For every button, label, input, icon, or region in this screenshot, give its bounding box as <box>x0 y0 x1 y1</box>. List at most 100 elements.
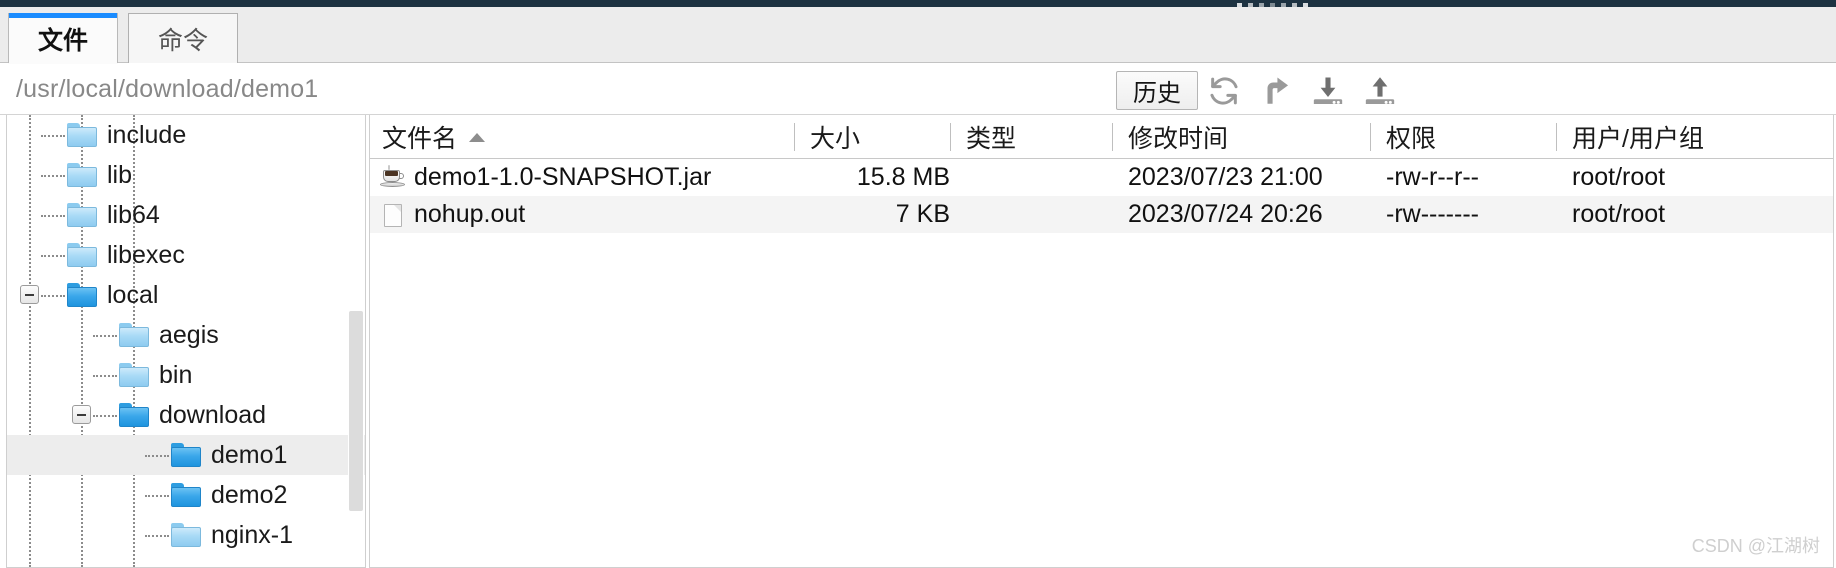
column-header-modified[interactable]: 修改时间 <box>1128 115 1228 159</box>
tree-item-label: libexec <box>107 241 185 269</box>
column-divider[interactable] <box>1370 123 1371 151</box>
file-cell-owner: root/root <box>1572 163 1666 191</box>
path-toolbar: /usr/local/download/demo1 历史 <box>0 63 1836 115</box>
column-divider[interactable] <box>794 123 795 151</box>
file-cell-type <box>966 159 1112 196</box>
tree-item-label: lib64 <box>107 201 160 229</box>
folder-icon <box>119 363 149 387</box>
tree-item-lib[interactable]: lib <box>7 155 365 195</box>
tree-item-label: demo2 <box>211 481 288 509</box>
file-cell-name: nohup.out <box>414 200 526 228</box>
upload-icon[interactable] <box>1361 72 1399 110</box>
tree-item-lib64[interactable]: lib64 <box>7 195 365 235</box>
path-input[interactable]: /usr/local/download/demo1 <box>16 63 318 115</box>
tree-connector <box>145 455 169 457</box>
tree-connector <box>41 295 65 297</box>
folder-icon <box>171 523 201 547</box>
tree-collapse-icon-download[interactable] <box>72 405 91 424</box>
directory-tree-panel[interactable]: include lib lib64 libexec local aegis bin downl… <box>6 115 366 568</box>
column-divider[interactable] <box>1112 123 1113 151</box>
folder-icon <box>67 283 97 307</box>
column-header-permissions[interactable]: 权限 <box>1386 115 1436 159</box>
history-button[interactable]: 历史 <box>1116 71 1198 110</box>
file-list-header: 文件名 大小 类型 修改时间 权限 用户/用户组 <box>370 115 1833 159</box>
tree-item-label: demo1 <box>211 441 288 469</box>
file-cell-size: 7 KB <box>895 200 950 228</box>
folder-icon <box>119 323 149 347</box>
column-header-type[interactable]: 类型 <box>966 115 1016 159</box>
file-cell-size: 15.8 MB <box>856 163 950 191</box>
tree-item-bin[interactable]: bin <box>7 355 365 395</box>
folder-icon <box>67 203 97 227</box>
tree-item-label: include <box>107 121 187 149</box>
tree-item-demo2[interactable]: demo2 <box>7 475 365 515</box>
tree-item-label: aegis <box>159 321 219 349</box>
file-cell-type <box>966 196 1112 233</box>
tab-commands-label: 命令 <box>157 26 208 55</box>
file-cell-name: demo1-1.0-SNAPSHOT.jar <box>414 163 712 191</box>
file-cell-owner: root/root <box>1572 200 1666 228</box>
toolbar-icon-group <box>1205 71 1399 111</box>
file-cell-modified: 2023/07/24 20:26 <box>1128 200 1323 228</box>
tree-connector <box>41 135 65 137</box>
column-header-owner-label: 用户/用户组 <box>1572 125 1704 153</box>
tree-item-download[interactable]: download <box>7 395 365 435</box>
tree-connector <box>93 335 117 337</box>
tree-item-label: lib <box>107 161 133 189</box>
tree-connector <box>41 175 65 177</box>
tree-collapse-icon-local[interactable] <box>20 285 39 304</box>
tree-vertical-scrollbar[interactable] <box>348 115 364 567</box>
tree-connector <box>41 215 65 217</box>
tab-commands[interactable]: 命令 <box>128 13 238 63</box>
file-list-body: demo1-1.0-SNAPSHOT.jar 15.8 MB 2023/07/23 … <box>370 159 1833 233</box>
sort-ascending-icon <box>469 132 486 142</box>
folder-icon <box>67 123 97 147</box>
file-row[interactable]: demo1-1.0-SNAPSHOT.jar 15.8 MB 2023/07/23 … <box>370 159 1833 196</box>
tree-item-libexec[interactable]: libexec <box>7 235 365 275</box>
column-divider[interactable] <box>1556 123 1557 151</box>
tab-files[interactable]: 文件 <box>8 13 118 63</box>
column-header-size[interactable]: 大小 <box>810 115 860 159</box>
tree-item-label: local <box>107 281 159 309</box>
tree-connector <box>145 495 169 497</box>
folder-icon <box>119 403 149 427</box>
tree-connector <box>145 535 169 537</box>
tree-item-demo1[interactable]: demo1 <box>7 435 365 475</box>
tree-item-aegis[interactable]: aegis <box>7 315 365 355</box>
main-split-area: include lib lib64 libexec local aegis bin downl… <box>0 115 1836 568</box>
file-cell-permissions: -rw-r--r-- <box>1386 163 1479 191</box>
file-manager-window: 文件 命令 /usr/local/download/demo1 历史 inclu… <box>0 0 1836 568</box>
file-row[interactable]: nohup.out 7 KB 2023/07/24 20:26 -rw------- r… <box>370 196 1833 233</box>
jar-file-icon <box>380 165 406 191</box>
folder-icon <box>67 163 97 187</box>
download-icon[interactable] <box>1309 72 1347 110</box>
directory-tree-list: include lib lib64 libexec local aegis bin downl… <box>7 115 365 555</box>
history-button-label: 历史 <box>1133 80 1181 107</box>
refresh-icon[interactable] <box>1205 72 1243 110</box>
tree-scrollbar-thumb[interactable] <box>349 311 363 511</box>
tree-connector <box>41 255 65 257</box>
column-header-type-label: 类型 <box>966 125 1017 153</box>
parent-directory-icon[interactable] <box>1257 72 1295 110</box>
tab-bar: 文件 命令 <box>0 7 1836 63</box>
watermark: CSDN @江湖树 <box>1691 536 1820 556</box>
column-header-filename[interactable]: 文件名 <box>382 115 486 159</box>
tree-item-local[interactable]: local <box>7 275 365 315</box>
tab-files-label: 文件 <box>37 26 88 55</box>
folder-icon <box>67 243 97 267</box>
tree-connector <box>93 415 117 417</box>
text-file-icon <box>380 202 406 228</box>
file-list-panel[interactable]: 文件名 大小 类型 修改时间 权限 用户/用户组 demo1-1.0-SNAPS… <box>369 115 1834 568</box>
column-divider[interactable] <box>950 123 951 151</box>
folder-icon <box>171 483 201 507</box>
file-cell-permissions: -rw------- <box>1386 200 1479 228</box>
column-header-size-label: 大小 <box>810 125 861 153</box>
tree-item-nginx-1[interactable]: nginx-1 <box>7 515 365 555</box>
tree-item-label: nginx-1 <box>211 521 293 549</box>
file-cell-modified: 2023/07/23 21:00 <box>1128 163 1323 191</box>
folder-icon <box>171 443 201 467</box>
tree-item-label: download <box>159 401 267 429</box>
column-header-modified-label: 修改时间 <box>1128 125 1229 153</box>
tree-item-include[interactable]: include <box>7 115 365 155</box>
column-header-owner[interactable]: 用户/用户组 <box>1572 115 1704 159</box>
